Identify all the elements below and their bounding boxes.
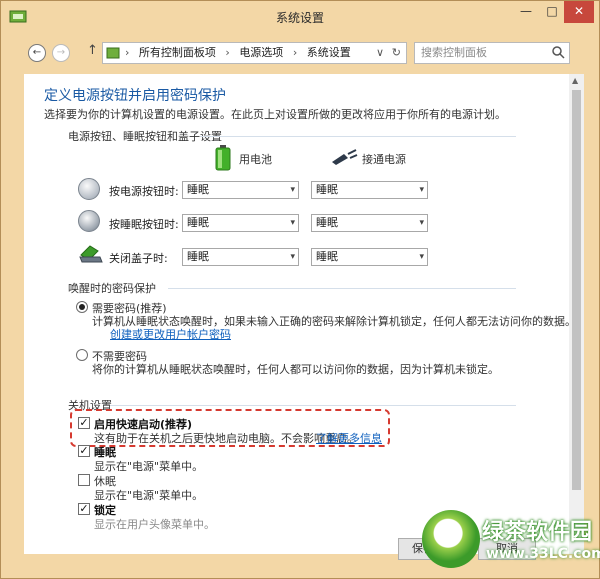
breadcrumb-separator-icon: › (292, 46, 298, 59)
require-password-radio[interactable] (76, 301, 88, 313)
search-placeholder: 搜索控制面板 (421, 46, 487, 59)
change-password-link[interactable]: 创建或更改用户帐户密码 (110, 326, 231, 342)
chevron-down-icon: ▾ (290, 185, 295, 195)
sleep-button-label: 按睡眠按钮时: (109, 218, 179, 231)
watermark: 绿茶软件园 www.33LC.com (420, 510, 600, 578)
lid-close-label: 关闭盖子时: (109, 252, 168, 265)
sleep-checkbox[interactable]: ✓ (78, 445, 90, 457)
select-value: 睡眠 (187, 183, 209, 196)
lid-close-plugged-select[interactable]: 睡眠 ▾ (311, 248, 428, 266)
breadcrumb-item-all-control-panel[interactable]: 所有控制面板项 (139, 46, 216, 59)
power-button-label: 按电源按钮时: (109, 185, 179, 198)
battery-icon (215, 145, 231, 171)
fast-startup-checkbox[interactable]: ✓ (78, 417, 90, 429)
page-description: 选择要为你的计算机设置的电源设置。在此页上对设置所做的更改将应用于你所有的电源计… (44, 108, 506, 121)
watermark-text: 绿茶软件园 (482, 520, 593, 545)
chevron-down-icon: ▾ (419, 185, 424, 195)
chevron-down-icon: ▾ (290, 218, 295, 228)
watermark-logo-icon (422, 510, 480, 568)
breadcrumb-separator-icon: › (225, 46, 230, 59)
chevron-down-icon: ▾ (290, 252, 295, 262)
power-plug-icon (332, 149, 358, 165)
address-row: ← → ↑ › 所有控制面板项 › 电源选项 › 系统设置 ∨ ↻ 搜索控制面板 (1, 39, 599, 67)
hibernate-checkbox[interactable] (78, 474, 90, 486)
power-button-battery-select[interactable]: 睡眠 ▾ (182, 181, 299, 199)
password-section-heading: 唤醒时的密码保护 (68, 282, 156, 295)
chevron-down-icon: ▾ (419, 218, 424, 228)
maximize-button[interactable]: □ (539, 1, 565, 23)
divider (168, 288, 516, 289)
search-input[interactable]: 搜索控制面板 (414, 42, 570, 64)
no-password-radio[interactable] (76, 349, 88, 361)
refresh-icon[interactable]: ↻ (392, 43, 401, 63)
power-button-icon (78, 178, 100, 200)
scroll-up-icon[interactable]: ▲ (572, 76, 578, 85)
select-value: 睡眠 (187, 250, 209, 263)
search-icon (552, 46, 565, 59)
sleep-button-battery-select[interactable]: 睡眠 ▾ (182, 214, 299, 232)
divider (200, 136, 516, 137)
sleep-desc: 显示在"电源"菜单中。 (94, 460, 204, 473)
select-value: 睡眠 (316, 216, 338, 229)
select-value: 睡眠 (316, 250, 338, 263)
chevron-down-icon[interactable]: ∨ (376, 43, 384, 63)
select-value: 睡眠 (316, 183, 338, 196)
learn-more-link[interactable]: 了解更多信息 (316, 430, 382, 446)
laptop-lid-icon (79, 245, 103, 263)
divider (110, 405, 516, 406)
forward-button[interactable]: → (52, 44, 70, 62)
page-title: 定义电源按钮并启用密码保护 (44, 88, 226, 104)
power-section-heading: 电源按钮、睡眠按钮和盖子设置 (68, 130, 222, 143)
minimize-button[interactable]: — (513, 1, 539, 23)
address-bar[interactable]: › 所有控制面板项 › 电源选项 › 系统设置 ∨ ↻ (102, 42, 407, 64)
breadcrumb-item-power-options[interactable]: 电源选项 (239, 46, 283, 59)
plugged-in-label: 接通电源 (362, 153, 406, 166)
breadcrumb-separator-icon: › (125, 46, 130, 59)
hibernate-desc: 显示在"电源"菜单中。 (94, 489, 204, 502)
breadcrumb-item-system-settings[interactable]: 系统设置 (307, 46, 351, 59)
watermark-url: www.33LC.com (486, 546, 600, 562)
battery-label: 用电池 (239, 153, 272, 166)
select-value: 睡眠 (187, 216, 209, 229)
lock-checkbox[interactable]: ✓ (78, 503, 90, 515)
title-bar: 系统设置 — □ ✕ (1, 1, 599, 31)
control-panel-icon (106, 47, 120, 59)
scroll-thumb[interactable] (572, 90, 581, 490)
up-button[interactable]: ↑ (87, 43, 98, 58)
no-password-desc: 将你的计算机从睡眠状态唤醒时，任何人都可以访问你的数据，因为计算机未锁定。 (92, 363, 499, 376)
power-button-plugged-select[interactable]: 睡眠 ▾ (311, 181, 428, 199)
sleep-button-plugged-select[interactable]: 睡眠 ▾ (311, 214, 428, 232)
window-title: 系统设置 (275, 11, 324, 25)
back-button[interactable]: ← (28, 44, 46, 62)
lid-close-battery-select[interactable]: 睡眠 ▾ (182, 248, 299, 266)
close-button[interactable]: ✕ (564, 1, 594, 23)
chevron-down-icon: ▾ (419, 252, 424, 262)
sleep-button-icon (78, 210, 100, 232)
